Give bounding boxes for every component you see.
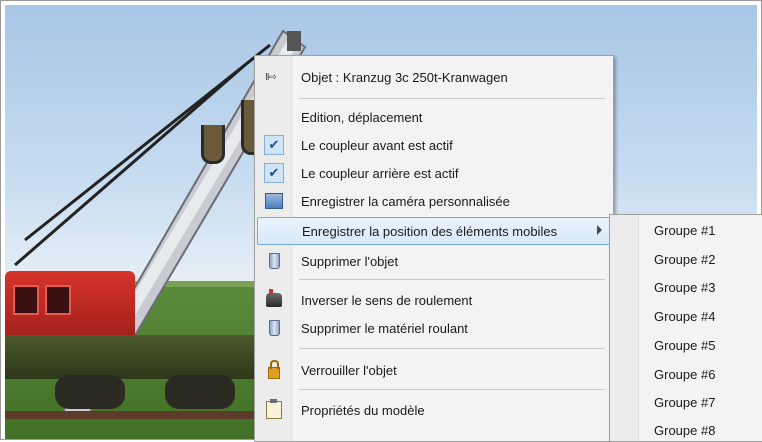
camera-icon (265, 193, 283, 209)
menu-item-model-properties[interactable]: Propriétés du modèle (257, 397, 609, 423)
menu-item-rear-coupler[interactable]: ✔ Le coupleur arrière est actif (257, 160, 609, 186)
submenu-item-group-5[interactable]: Groupe #5 (654, 334, 715, 356)
context-menu: II⇨ Objet : Kranzug 3c 250t-Kranwagen Ed… (254, 55, 614, 442)
checkmark-icon: ✔ (264, 163, 284, 183)
wagon-window (13, 285, 39, 315)
submenu-item-group-3[interactable]: Groupe #3 (654, 276, 715, 298)
menu-item-delete-object[interactable]: Supprimer l'objet (257, 248, 609, 274)
menu-item-label: Enregistrer la position des éléments mob… (302, 223, 558, 239)
lock-icon (268, 360, 280, 379)
submenu-item-group-7[interactable]: Groupe #7 (654, 391, 715, 413)
menu-item-label: Supprimer le matériel roulant (301, 320, 468, 336)
locomotive-icon (266, 289, 282, 307)
trash-icon (268, 253, 280, 269)
menu-item-lock-object[interactable]: Verrouiller l'objet (257, 357, 609, 383)
submenu-item-group-8[interactable]: Groupe #8 (654, 419, 715, 441)
submenu-item-group-1[interactable]: Groupe #1 (654, 219, 715, 241)
clipboard-icon (266, 399, 282, 419)
menu-item-label: Inverser le sens de roulement (301, 292, 473, 308)
crane-wagon (5, 271, 135, 341)
submenu-item-group-6[interactable]: Groupe #6 (654, 363, 715, 385)
menu-item-save-camera[interactable]: Enregistrer la caméra personnalisée (257, 188, 609, 214)
submenu-icon-gutter (610, 215, 639, 441)
menu-item-delete-rolling-stock[interactable]: Supprimer le matériel roulant (257, 315, 609, 341)
bogie (55, 375, 125, 409)
trash-icon (268, 320, 280, 336)
submenu-item-group-2[interactable]: Groupe #2 (654, 248, 715, 270)
menu-item-label: Le coupleur avant est actif (301, 137, 453, 153)
bogie (165, 375, 235, 409)
menu-item-label: Propriétés du modèle (301, 402, 425, 418)
menu-item-label: Enregistrer la caméra personnalisée (301, 193, 510, 209)
checkmark-icon: ✔ (264, 135, 284, 155)
menu-separator (299, 389, 605, 390)
menu-header-label: Objet : Kranzug 3c 250t-Kranwagen (301, 69, 508, 85)
menu-item-edition[interactable]: Edition, déplacement (257, 104, 609, 130)
menu-separator (299, 98, 605, 99)
menu-item-label: Verrouiller l'objet (301, 362, 397, 378)
menu-item-label: Le coupleur arrière est actif (301, 165, 459, 181)
menu-item-label: Edition, déplacement (301, 109, 423, 125)
menu-item-label: Supprimer l'objet (301, 253, 399, 269)
menu-item-save-moving-parts[interactable]: Enregistrer la position des éléments mob… (257, 217, 611, 245)
menu-item-reverse-direction[interactable]: Inverser le sens de roulement (257, 287, 609, 313)
submenu-item-group-4[interactable]: Groupe #4 (654, 305, 715, 327)
menu-item-front-coupler[interactable]: ✔ Le coupleur avant est actif (257, 132, 609, 158)
menu-separator (299, 348, 605, 349)
submenu-arrow-icon (597, 225, 602, 235)
menu-separator (299, 279, 605, 280)
object-arrow-icon: II⇨ (265, 72, 277, 83)
submenu-groups: Groupe #1 Groupe #2 Groupe #3 Groupe #4 … (609, 214, 762, 442)
wagon-window (45, 285, 71, 315)
wagon-chassis (5, 335, 265, 379)
menu-header[interactable]: II⇨ Objet : Kranzug 3c 250t-Kranwagen (257, 64, 609, 90)
boom-tip (287, 31, 301, 51)
crane-hook (201, 125, 225, 164)
